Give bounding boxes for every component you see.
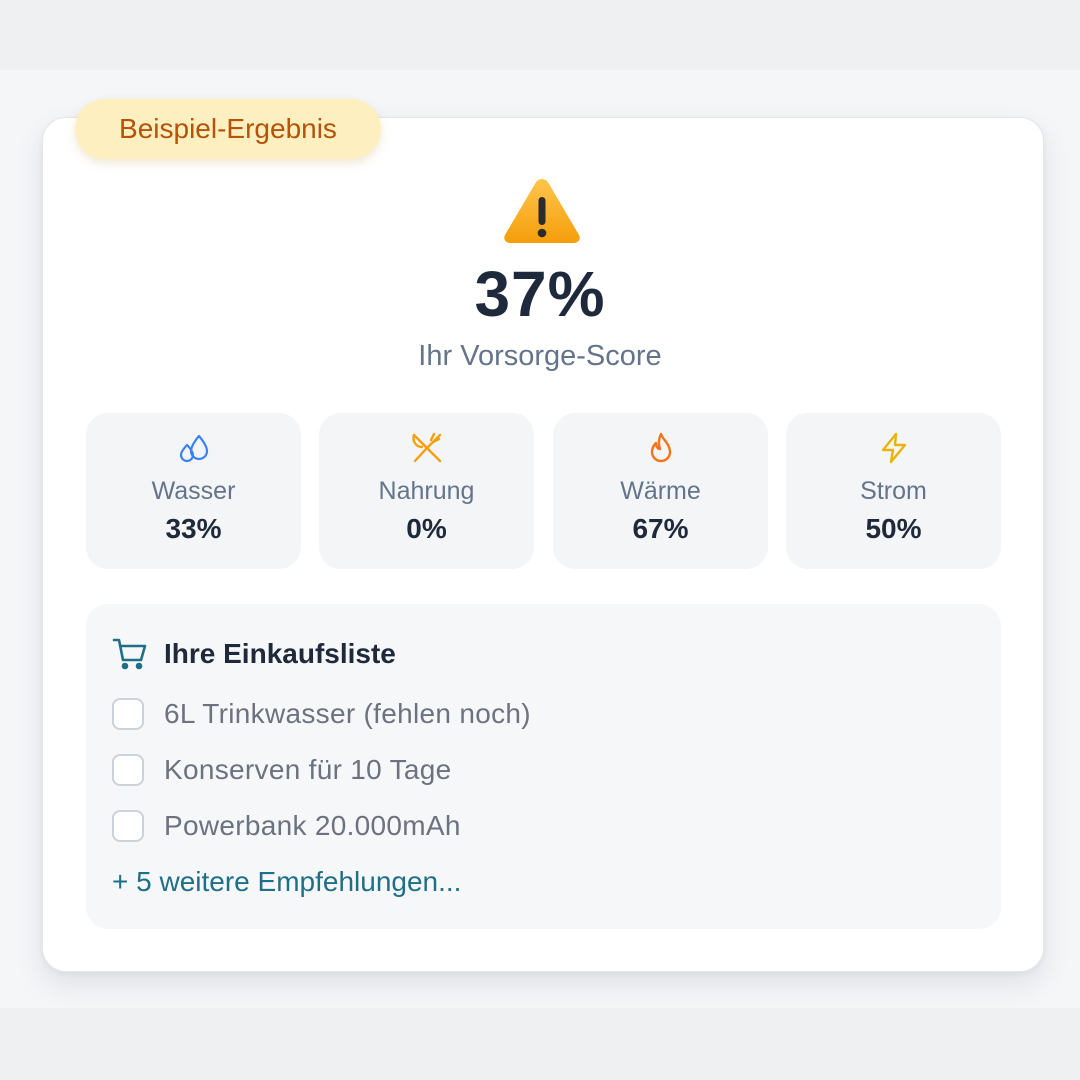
- category-name: Wärme: [620, 477, 701, 505]
- shopping-list-title: Ihre Einkaufsliste: [164, 638, 396, 669]
- score-label: Ihr Vorsorge-Score: [418, 340, 662, 372]
- category-tile-power: Strom 50%: [786, 413, 1001, 569]
- utensils-crossed-icon: [411, 432, 441, 463]
- cart-icon: [112, 638, 147, 670]
- category-name: Wasser: [151, 477, 236, 505]
- item-checkbox[interactable]: [112, 754, 144, 786]
- item-checkbox[interactable]: [112, 810, 144, 842]
- category-tile-heat: Wärme 67%: [553, 413, 768, 569]
- lightning-icon: [881, 432, 906, 464]
- warning-icon: [504, 179, 580, 243]
- shopping-list-header: Ihre Einkaufsliste: [112, 634, 396, 674]
- category-value: 0%: [406, 513, 447, 544]
- more-recommendations-link[interactable]: + 5 weitere Empfehlungen...: [112, 866, 461, 898]
- water-drops-icon: [179, 434, 208, 463]
- list-item: Konserven für 10 Tage: [112, 750, 452, 790]
- category-value: 67%: [632, 513, 689, 544]
- example-result-badge: Beispiel-Ergebnis: [75, 99, 381, 159]
- list-item: Powerbank 20.000mAh: [112, 806, 461, 846]
- item-label: Powerbank 20.000mAh: [164, 810, 461, 841]
- category-tile-food: Nahrung 0%: [319, 413, 534, 569]
- category-name: Strom: [860, 477, 927, 505]
- shopping-list-panel: Ihre Einkaufsliste 6L Trinkwasser (fehle…: [86, 604, 1001, 929]
- category-tile-water: Wasser 33%: [86, 413, 301, 569]
- flame-icon: [650, 432, 671, 463]
- item-label: Konserven für 10 Tage: [164, 754, 452, 785]
- item-checkbox[interactable]: [112, 698, 144, 730]
- category-value: 50%: [865, 513, 922, 544]
- category-value: 33%: [165, 513, 222, 544]
- list-item: 6L Trinkwasser (fehlen noch): [112, 694, 531, 734]
- item-label: 6L Trinkwasser (fehlen noch): [164, 698, 531, 729]
- category-name: Nahrung: [378, 477, 475, 505]
- score-value: 37%: [474, 258, 606, 330]
